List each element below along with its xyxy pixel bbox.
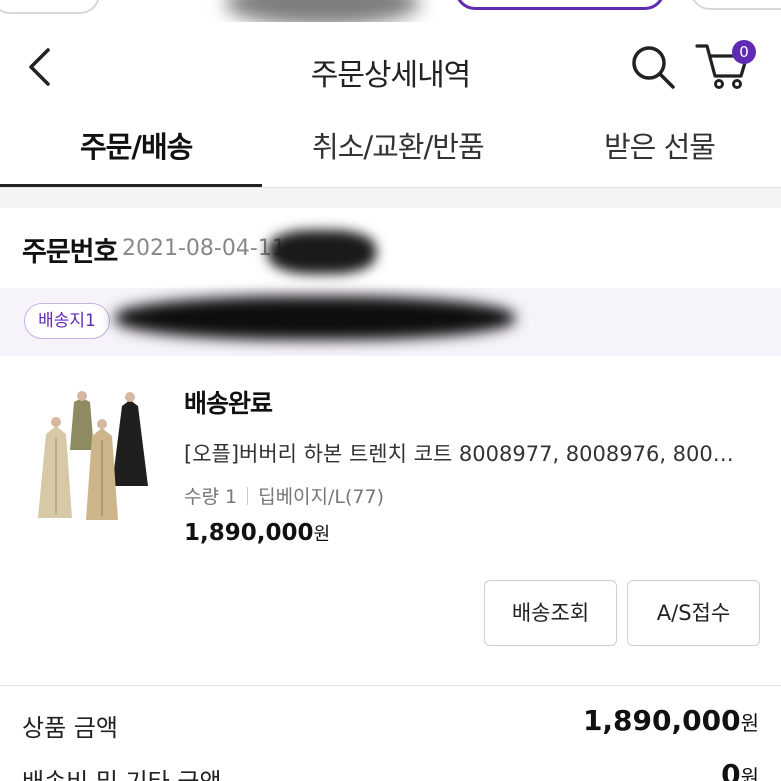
shipping-amount-value: 0원 [721,758,759,781]
order-tabs: 주문/배송 취소/교환/반품 받은 선물 [0,114,781,188]
item-price: 1,890,000원 [184,520,330,546]
order-number-label: 주문번호 [22,237,118,268]
tab-cancel-exchange-return[interactable]: 취소/교환/반품 [312,124,485,166]
coat-olive [70,391,94,450]
redaction-blur [268,230,376,274]
payment-summary: 상품 금액 1,890,000원 배송비 및 기타 금액 0원 [0,686,781,781]
redaction-blur [115,296,515,340]
product-amount-unit: 원 [740,711,759,735]
product-thumbnail[interactable] [30,390,160,530]
section-divider [0,188,781,208]
browser-top-strip [0,0,781,22]
address-badge: 배송지1 [24,303,110,339]
top-pill-left [0,0,100,14]
top-pill-right [690,0,781,10]
order-number-value: 2021-08-04-11 [122,236,286,261]
delivery-address-row: 배송지1 [0,288,781,356]
shipping-amount-row: 배송비 및 기타 금액 0원 [0,758,781,781]
quantity: 수량 1 [184,486,238,508]
option: 딥베이지/L(77) [258,486,385,508]
as-request-button[interactable]: A/S접수 [627,580,760,646]
order-number-row: 주문번호 2021-08-04-11 [0,208,781,288]
tab-received-gifts[interactable]: 받은 선물 [604,124,716,166]
product-amount-number: 1,890,000 [582,704,741,737]
delivery-status: 배송완료 [184,389,273,418]
app-header: 주문상세내역 0 [0,22,781,114]
top-pill-center [455,0,665,10]
item-price-value: 1,890,000 [184,520,314,546]
product-amount-row: 상품 금액 1,890,000원 [0,704,781,744]
quantity-option-line: 수량 1 딥베이지/L(77) [184,482,384,509]
shipping-amount-label: 배송비 및 기타 금액 [22,762,222,781]
divider [247,487,249,505]
shipping-amount-number: 0 [721,758,741,781]
product-amount-label: 상품 금액 [22,714,118,742]
active-tab-indicator [0,184,262,187]
tab-order-delivery[interactable]: 주문/배송 [80,124,193,166]
item-price-unit: 원 [313,524,331,545]
coat-beige-left [38,417,72,518]
product-name[interactable]: [오플]버버리 하본 트렌치 코트 8008977, 8008976, 800… [184,438,764,468]
product-amount-value: 1,890,000원 [583,704,759,737]
shipping-amount-unit: 원 [740,765,759,781]
redaction-blur [225,0,420,22]
cart-count-badge: 0 [732,40,756,64]
track-delivery-button[interactable]: 배송조회 [484,580,617,646]
order-item: 배송완료 [오플]버버리 하본 트렌치 코트 8008977, 8008976,… [0,356,781,686]
search-icon[interactable] [628,42,678,92]
coat-black [112,392,148,486]
